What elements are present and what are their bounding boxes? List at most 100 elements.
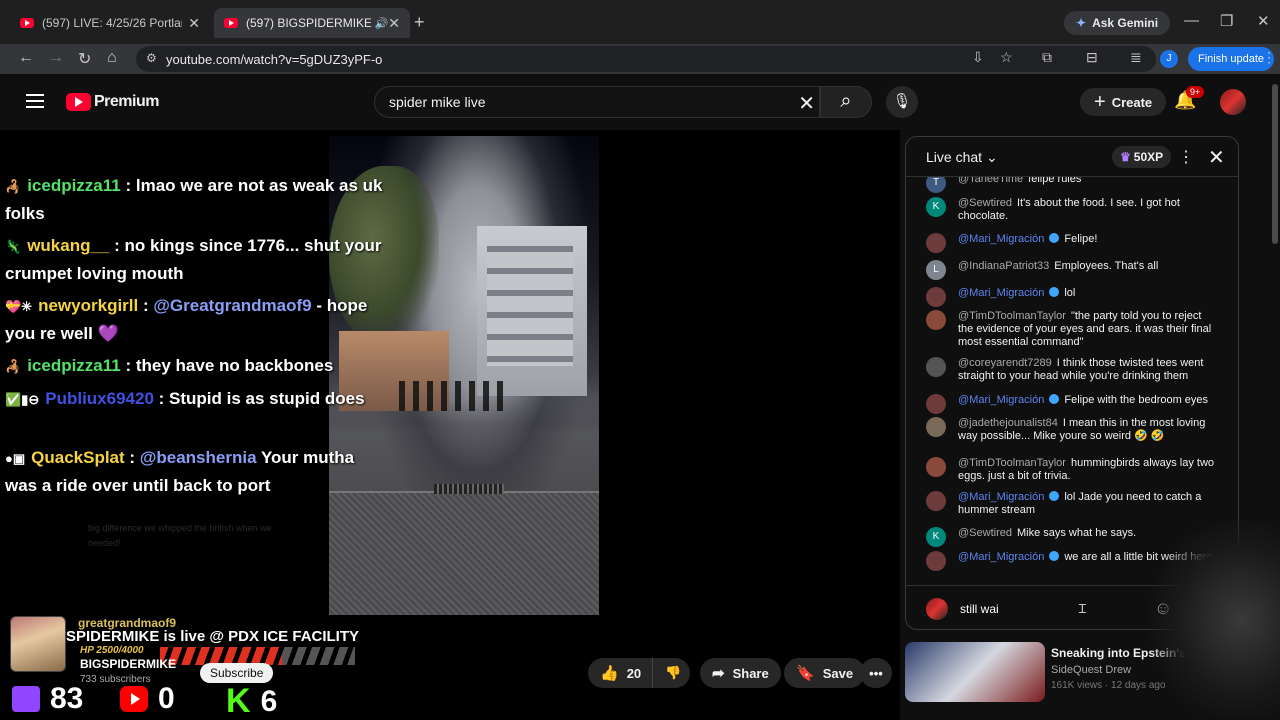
chat-author[interactable]: @coreyarendt7289 [958,357,1052,369]
like-button[interactable]: 👍 20 [588,658,652,688]
verified-badge-icon [1049,491,1060,501]
close-chat-icon[interactable]: ✕ [1208,145,1225,170]
reading-list-icon[interactable]: ≣ [1130,49,1142,66]
share-button[interactable]: ➦ Share [700,658,781,688]
create-label: Create [1111,94,1153,110]
install-app-icon[interactable]: ⇩ [972,49,984,66]
tab-search-icon[interactable]: ⊟ [1086,49,1098,66]
create-button[interactable]: + Create [1080,88,1167,116]
browser-tab-2-active[interactable]: (597) BIGSPIDERMIKE is live 🔊 ✕ [214,8,410,38]
chat-avatar[interactable] [926,394,946,414]
chat-author[interactable]: @jadethejounalist84 [958,417,1058,429]
new-tab-button[interactable]: + [414,12,425,33]
channel-name[interactable]: BIGSPIDERMIKE [80,657,176,671]
chat-author[interactable]: @Sewtired [958,527,1012,539]
overlay-separator: : [109,236,125,255]
tab-title: (597) BIGSPIDERMIKE is live [246,16,371,30]
chat-author[interactable]: @Sewtired [958,197,1012,209]
video-player[interactable]: 🦂 icedpizza11 : lmao we are not as weak a… [0,130,900,720]
overlay-chat-message: 💝✳ newyorkgirll : @Greatgrandmaof9 - hope… [5,292,385,347]
chat-message-input[interactable]: still wai Ꮖ [960,598,1140,620]
chat-author[interactable]: @Mari_Migración [958,491,1044,503]
save-button[interactable]: 🔖 Save [784,658,866,688]
reload-icon[interactable]: ↻ [78,49,91,69]
live-chat-dropdown[interactable]: Live chat ⌄ [926,149,998,166]
clear-search-icon[interactable]: ✕ [798,91,815,116]
chat-avatar[interactable] [926,287,946,307]
search-input[interactable]: spider mike live ✕ [374,86,820,118]
youtube-logo-icon[interactable] [66,93,91,111]
chat-avatar[interactable]: L [926,260,946,280]
drain-grate [434,484,504,494]
overlay-separator: : [120,176,136,195]
account-avatar[interactable] [1220,89,1246,115]
user-badge-icon: ✅▮⊖ [5,392,40,407]
chat-author[interactable]: @Mari_Migración [958,551,1044,563]
bookmark-star-icon[interactable]: ☆ [1000,49,1013,66]
overlay-chat-message: 🦂 icedpizza11 : lmao we are not as weak a… [5,172,385,227]
subscribe-button[interactable]: Subscribe [200,663,274,683]
chat-more-icon[interactable]: ⋮ [1178,147,1194,167]
chat-author[interactable]: @TarleeTime [958,177,1023,185]
close-tab-icon[interactable]: ✕ [388,15,400,32]
chat-avatar[interactable] [926,233,946,253]
ask-gemini-button[interactable]: ✦ Ask Gemini [1064,11,1171,35]
overlay-chat-message: 🦂 icedpizza11 : they have no backbones [5,352,385,380]
thumbs-down-icon: 👎 [665,665,682,680]
browser-tab-1[interactable]: (597) LIVE: 4/25/26 Portland ICE ✕ [10,8,210,38]
chat-author[interactable]: @IndianaPatriot33 [958,260,1049,272]
overlay-faded-message: big difference we whipped the british wh… [88,523,272,548]
recommended-thumbnail[interactable] [905,642,1045,702]
chat-avatar[interactable]: T [926,177,946,193]
overlay-username: QuackSplat [31,448,125,467]
youtube-favicon-icon [20,18,34,28]
browser-menu-icon[interactable]: ⋮ [1262,49,1276,66]
kick-icon: K [226,682,251,720]
chat-author[interactable]: @TimDToolmanTaylor [958,310,1066,322]
plus-icon: + [1094,90,1106,113]
minimize-icon[interactable]: — [1184,12,1199,29]
twitch-icon [12,686,40,712]
hamburger-menu-icon[interactable] [26,94,44,108]
chat-author[interactable]: @Mari_Migración [958,394,1044,406]
chat-avatar[interactable] [926,417,946,437]
chat-avatar[interactable] [926,551,946,571]
recommended-channel[interactable]: SideQuest Drew [1051,664,1131,676]
screen: (597) LIVE: 4/25/26 Portland ICE ✕ (597)… [0,0,1280,720]
forward-icon[interactable]: → [48,49,64,67]
close-tab-icon[interactable]: ✕ [188,15,200,32]
chat-author[interactable]: @Mari_Migración [958,287,1044,299]
overlay-text: Stupid is as stupid does [169,389,365,408]
dislike-button[interactable]: 👎 [652,658,690,688]
chat-avatar[interactable] [926,491,946,511]
verified-badge-icon [1049,287,1060,297]
chat-avatar[interactable] [926,457,946,477]
maximize-icon[interactable]: ❐ [1220,12,1233,30]
purple-heart-icon: 💜 [97,324,119,343]
more-actions-button[interactable]: ••• [860,658,892,688]
chat-text: Felipe with the bedroom eyes [1064,394,1209,406]
microphone-icon[interactable]: 🎙 [886,86,918,118]
chat-text: Felipe! [1064,233,1098,245]
chat-avatar[interactable]: K [926,197,946,217]
chat-avatar[interactable]: K [926,527,946,547]
profile-avatar[interactable]: J [1160,50,1178,68]
youtube-premium-wordmark[interactable]: Premium [94,93,159,111]
search-icon[interactable]: ⌕ [820,86,872,118]
overlay-username: Publiux69420 [45,389,154,408]
audio-playing-icon[interactable]: 🔊 [375,17,389,30]
chat-avatar[interactable] [926,357,946,377]
gemini-sparkle-icon: ✦ [1076,16,1087,30]
xp-badge[interactable]: ♛ 50XP [1112,146,1172,168]
chat-avatar[interactable] [926,310,946,330]
extensions-icon[interactable]: ⧉ [1042,49,1052,66]
home-icon[interactable]: ⌂ [107,49,117,67]
page-scrollbar[interactable] [1272,84,1278,244]
close-window-icon[interactable]: ✕ [1257,12,1270,30]
chat-author[interactable]: @TimDToolmanTaylor [958,457,1066,469]
chat-author[interactable]: @Mari_Migración [958,233,1044,245]
back-icon[interactable]: ← [18,49,34,67]
youtube-count: 0 [158,682,175,715]
overlay-separator: : [124,448,140,467]
site-info-icon[interactable]: ⚙ [146,51,157,65]
